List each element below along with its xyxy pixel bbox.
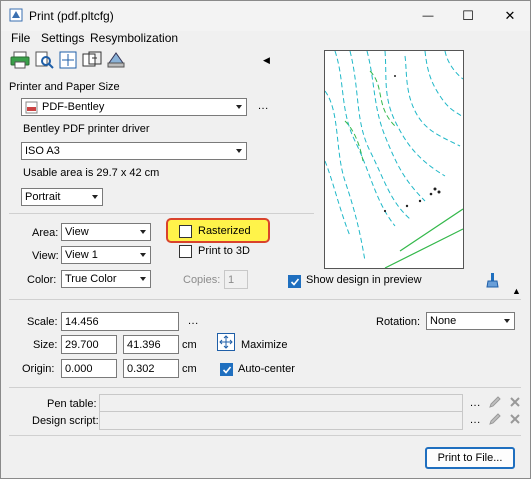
- autocenter-checkbox[interactable]: [220, 363, 233, 376]
- print-to-file-button[interactable]: Print to File...: [425, 447, 515, 469]
- size-label: Size:: [33, 339, 58, 351]
- plotter-icon[interactable]: [105, 49, 127, 71]
- chevron-down-icon: [140, 230, 146, 234]
- menu-bar: File Settings Resymbolization: [1, 31, 530, 47]
- show-design-label: Show design in preview: [306, 274, 422, 286]
- view-select[interactable]: View 1: [61, 246, 151, 264]
- maximize-label[interactable]: Maximize: [241, 339, 287, 351]
- chevron-down-icon: [504, 319, 510, 323]
- rasterized-label: Rasterized: [198, 225, 251, 237]
- print-3d-checkbox[interactable]: [179, 245, 192, 258]
- separator: [9, 387, 521, 388]
- color-value: True Color: [65, 273, 117, 285]
- usable-area-text: Usable area is 29.7 x 42 cm: [23, 167, 160, 179]
- design-script-label: Design script:: [32, 415, 99, 427]
- chevron-down-icon: [92, 195, 98, 199]
- expand-panel-toggle[interactable]: ▲: [512, 286, 521, 296]
- chevron-down-icon: [140, 253, 146, 257]
- autocenter-label: Auto-center: [238, 363, 295, 375]
- origin-units: cm: [182, 363, 197, 375]
- orientation-value: Portrait: [25, 191, 61, 203]
- preview-map-drawing: [324, 50, 464, 269]
- chevron-down-icon: [236, 149, 242, 153]
- printer-icon[interactable]: [9, 49, 31, 71]
- origin-y-input[interactable]: 0.302: [123, 359, 179, 378]
- size-height-input[interactable]: 41.396: [123, 335, 179, 354]
- driver-text: Bentley PDF printer driver: [23, 123, 150, 135]
- title-bar: Print (pdf.pltcfg) — ☐ ✕: [1, 1, 530, 31]
- pdf-printer-icon: [25, 101, 38, 114]
- print-dialog: Print (pdf.pltcfg) — ☐ ✕ File Settings R…: [0, 0, 531, 479]
- checkmark-icon: [222, 365, 231, 374]
- rotation-value: None: [430, 315, 457, 327]
- chevron-down-icon: [236, 105, 242, 109]
- scale-input[interactable]: 14.456: [61, 312, 179, 331]
- show-design-checkbox[interactable]: [288, 275, 301, 288]
- minimize-button[interactable]: —: [413, 5, 443, 27]
- pencil-icon[interactable]: [488, 412, 502, 426]
- design-script-browse-button[interactable]: ...: [470, 414, 481, 426]
- chevron-down-icon: [140, 277, 146, 281]
- view-value: View 1: [65, 249, 98, 261]
- collapse-panel-toggle[interactable]: ◀: [263, 55, 270, 66]
- view-label: View:: [32, 250, 59, 262]
- window-title: Print (pdf.pltcfg): [29, 9, 114, 23]
- fit-area-icon[interactable]: [57, 49, 79, 71]
- color-label: Color:: [27, 274, 57, 286]
- printer-section-label: Printer and Paper Size: [9, 81, 120, 93]
- pen-table-label: Pen table:: [47, 398, 97, 410]
- paper-size-value: ISO A3: [25, 145, 60, 157]
- copies-label: Copies:: [183, 274, 221, 286]
- print-preview: [324, 50, 464, 269]
- printer-browse-button[interactable]: ...: [258, 100, 269, 112]
- maximize-icon[interactable]: [217, 333, 235, 351]
- area-value: View: [65, 226, 89, 238]
- orientation-select[interactable]: Portrait: [21, 188, 103, 206]
- area-label: Area:: [32, 227, 59, 239]
- delete-icon[interactable]: [508, 412, 522, 426]
- printer-select-value: PDF-Bentley: [42, 101, 105, 113]
- origin-label: Origin:: [22, 363, 55, 375]
- separator: [9, 299, 521, 300]
- printer-select[interactable]: PDF-Bentley: [21, 98, 247, 116]
- rasterized-checkbox[interactable]: [179, 225, 192, 238]
- layout-icon[interactable]: [81, 49, 103, 71]
- toolbar: [9, 49, 159, 73]
- scale-label: Scale:: [27, 316, 58, 328]
- copies-input[interactable]: 1: [224, 270, 248, 289]
- separator: [9, 435, 521, 436]
- close-button[interactable]: ✕: [495, 5, 525, 27]
- menu-resymbolization[interactable]: Resymbolization: [90, 31, 178, 45]
- brush-icon[interactable]: [485, 272, 501, 288]
- pencil-icon[interactable]: [488, 395, 502, 409]
- print-3d-label: Print to 3D: [198, 245, 250, 257]
- delete-icon[interactable]: [508, 395, 522, 409]
- print-app-icon: [9, 8, 23, 22]
- area-select[interactable]: View: [61, 223, 151, 241]
- scale-more-button[interactable]: ...: [188, 315, 199, 327]
- size-width-input[interactable]: 29.700: [61, 335, 117, 354]
- design-script-input[interactable]: [99, 411, 463, 430]
- maximize-button[interactable]: ☐: [453, 5, 483, 27]
- origin-x-input[interactable]: 0.000: [61, 359, 117, 378]
- separator: [9, 213, 314, 214]
- rotation-label: Rotation:: [376, 316, 421, 328]
- color-select[interactable]: True Color: [61, 270, 151, 288]
- checkmark-icon: [290, 277, 299, 286]
- paper-size-select[interactable]: ISO A3: [21, 142, 247, 160]
- pen-table-browse-button[interactable]: ...: [470, 397, 481, 409]
- menu-file[interactable]: File: [11, 31, 30, 45]
- preview-icon[interactable]: [33, 49, 55, 71]
- rotation-select[interactable]: None: [426, 312, 515, 330]
- size-units: cm: [182, 339, 197, 351]
- menu-settings[interactable]: Settings: [41, 31, 84, 45]
